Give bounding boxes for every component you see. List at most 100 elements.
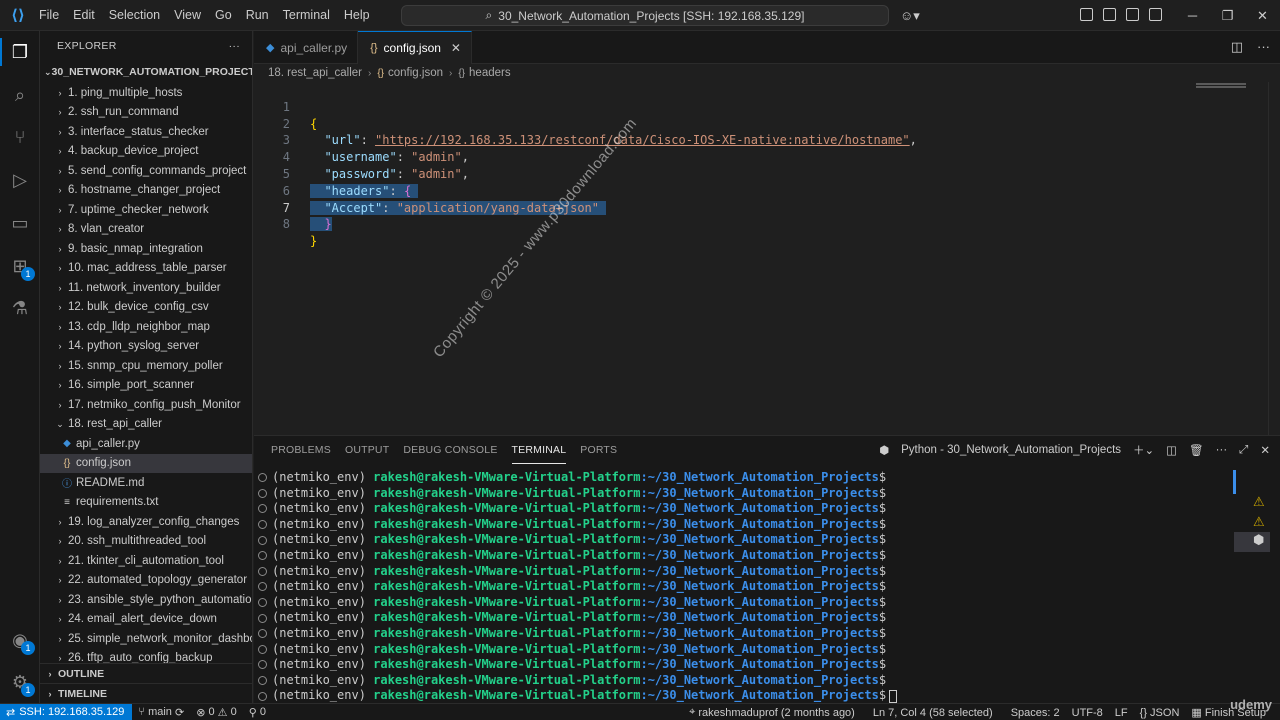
terminal-instance-icon[interactable]: ⬢ bbox=[1234, 532, 1270, 552]
menu-selection[interactable]: Selection bbox=[102, 0, 167, 31]
tree-folder[interactable]: › 25. simple_network_monitor_dashbo... bbox=[40, 629, 253, 649]
remote-indicator[interactable]: ⇄ SSH: 192.168.35.129 bbox=[0, 703, 133, 720]
toggle-panel-icon[interactable] bbox=[1126, 8, 1139, 21]
tree-folder[interactable]: › 21. tkinter_cli_automation_tool bbox=[40, 551, 252, 571]
trash-icon[interactable]: 🗑 bbox=[1189, 443, 1204, 457]
tree-folder[interactable]: › 7. uptime_checker_network bbox=[40, 200, 252, 220]
command-decoration-icon[interactable] bbox=[258, 644, 267, 654]
tree-file[interactable]: ≡ requirements.txt bbox=[40, 493, 252, 513]
menu-help[interactable]: Help bbox=[337, 0, 377, 31]
tree-folder[interactable]: › 5. send_config_commands_project bbox=[40, 161, 252, 181]
tab-terminal[interactable]: TERMINAL bbox=[511, 436, 567, 464]
tree-file[interactable]: ⓘ README.md bbox=[40, 473, 252, 493]
tree-folder[interactable]: › 3. interface_status_checker bbox=[40, 122, 252, 142]
code-editor[interactable]: 1 { 2 "url": "https://192.168.35.133/res… bbox=[254, 82, 1280, 435]
command-decoration-icon[interactable] bbox=[258, 473, 267, 483]
line-ending[interactable]: LF bbox=[1109, 707, 1134, 719]
command-decoration-icon[interactable] bbox=[258, 676, 267, 686]
tree-folder[interactable]: › 1. ping_multiple_hosts bbox=[40, 83, 252, 103]
breadcrumb-symbol[interactable]: headers bbox=[469, 67, 511, 79]
minimize-icon[interactable]: ─ bbox=[1175, 8, 1210, 23]
command-decoration-icon[interactable] bbox=[258, 551, 267, 561]
tree-folder[interactable]: › 17. netmiko_config_push_Monitor bbox=[40, 395, 252, 415]
timeline-section[interactable]: › TIMELINE bbox=[40, 683, 252, 703]
testing-flask-icon[interactable]: ⚗ bbox=[8, 296, 32, 320]
tab-ports[interactable]: PORTS bbox=[580, 436, 617, 464]
more-actions-icon[interactable]: ··· bbox=[229, 40, 240, 52]
toggle-primary-sidebar-icon[interactable] bbox=[1103, 8, 1116, 21]
close-panel-icon[interactable]: ✕ bbox=[1260, 443, 1270, 457]
close-tab-icon[interactable]: ✕ bbox=[451, 41, 461, 55]
command-decoration-icon[interactable] bbox=[258, 504, 267, 514]
command-decoration-icon[interactable] bbox=[258, 691, 267, 701]
problems-indicator[interactable]: ⊗ 0 ⚠ 0 bbox=[190, 706, 243, 719]
tree-folder[interactable]: › 2. ssh_run_command bbox=[40, 103, 252, 123]
remote-explorer-icon[interactable]: ▭ bbox=[8, 211, 32, 235]
tree-folder[interactable]: › 6. hostname_changer_project bbox=[40, 181, 252, 201]
terminal-name[interactable]: Python - 30_Network_Automation_Projects bbox=[901, 444, 1121, 456]
tree-folder[interactable]: › 9. basic_nmap_integration bbox=[40, 239, 252, 259]
tree-folder[interactable]: › 15. snmp_cpu_memory_poller bbox=[40, 356, 252, 376]
menu-file[interactable]: File bbox=[32, 0, 66, 31]
tree-folder[interactable]: › 13. cdp_lldp_neighbor_map bbox=[40, 317, 252, 337]
customize-layout-icon[interactable] bbox=[1080, 8, 1093, 21]
tree-folder[interactable]: › 16. simple_port_scanner bbox=[40, 376, 252, 396]
command-decoration-icon[interactable] bbox=[258, 582, 267, 592]
close-window-icon[interactable]: ✕ bbox=[1245, 8, 1280, 24]
maximize-panel-icon[interactable]: ⤢ bbox=[1239, 444, 1248, 457]
run-debug-icon[interactable]: ▷ bbox=[8, 168, 32, 192]
tab-config-json[interactable]: {} config.json ✕ bbox=[358, 31, 472, 64]
editor-scrollbar[interactable] bbox=[1268, 82, 1280, 435]
workspace-root[interactable]: ⌄ 30_NETWORK_AUTOMATION_PROJECTS [S... bbox=[40, 61, 252, 83]
tree-folder[interactable]: › 8. vlan_creator bbox=[40, 220, 252, 240]
tree-folder[interactable]: › 10. mac_address_table_parser bbox=[40, 259, 252, 279]
ports-indicator[interactable]: ⚲ 0 bbox=[243, 706, 272, 719]
indentation[interactable]: Spaces: 2 bbox=[1005, 707, 1066, 719]
explorer-files-icon[interactable]: ❐ bbox=[8, 40, 32, 64]
menu-go[interactable]: Go bbox=[208, 0, 239, 31]
tree-folder[interactable]: › 12. bulk_device_config_csv bbox=[40, 298, 252, 318]
breadcrumb-folder[interactable]: 18. rest_api_caller bbox=[268, 67, 362, 79]
menu-terminal[interactable]: Terminal bbox=[276, 0, 337, 31]
tree-folder[interactable]: › 23. ansible_style_python_automation bbox=[40, 590, 253, 610]
command-decoration-icon[interactable] bbox=[258, 535, 267, 545]
tree-file[interactable]: ◆ api_caller.py bbox=[40, 434, 252, 454]
encoding[interactable]: UTF-8 bbox=[1066, 707, 1109, 719]
outline-section[interactable]: › OUTLINE bbox=[40, 663, 252, 683]
tab-output[interactable]: OUTPUT bbox=[345, 436, 389, 464]
tree-folder[interactable]: › 24. email_alert_device_down bbox=[40, 610, 252, 630]
menu-edit[interactable]: Edit bbox=[66, 0, 102, 31]
command-decoration-icon[interactable] bbox=[258, 566, 267, 576]
menu-run[interactable]: Run bbox=[239, 0, 276, 31]
tree-folder[interactable]: › 11. network_inventory_builder bbox=[40, 278, 252, 298]
restore-icon[interactable]: ❐ bbox=[1210, 8, 1245, 24]
command-decoration-icon[interactable] bbox=[258, 613, 267, 623]
split-editor-icon[interactable]: ◫ bbox=[1231, 39, 1243, 55]
source-control-icon[interactable]: ⑂ bbox=[8, 125, 32, 149]
new-terminal-icon[interactable]: ＋⌄ bbox=[1133, 442, 1154, 458]
copilot-icon[interactable]: ☺▾ bbox=[900, 8, 920, 24]
command-decoration-icon[interactable] bbox=[258, 660, 267, 670]
warning-icon[interactable]: ⚠ bbox=[1253, 514, 1265, 530]
terminal-scrollbar[interactable] bbox=[1233, 470, 1236, 494]
command-center[interactable]: ⌕ 30_Network_Automation_Projects [SSH: 1… bbox=[401, 5, 889, 26]
breadcrumb-file[interactable]: config.json bbox=[388, 67, 443, 79]
tab-debug-console[interactable]: DEBUG CONSOLE bbox=[403, 436, 497, 464]
command-decoration-icon[interactable] bbox=[258, 520, 267, 530]
tree-folder[interactable]: › 14. python_syslog_server bbox=[40, 337, 252, 357]
tree-folder[interactable]: ⌄ 18. rest_api_caller bbox=[40, 415, 252, 435]
tree-file[interactable]: {} config.json bbox=[40, 453, 252, 473]
search-activity-icon[interactable]: ⌕ bbox=[8, 83, 32, 107]
tree-folder[interactable]: › 4. backup_device_project bbox=[40, 142, 252, 162]
minimap[interactable] bbox=[1196, 82, 1266, 94]
git-blame[interactable]: ⌖ rakeshmaduprof (2 months ago) bbox=[683, 706, 861, 719]
command-decoration-icon[interactable] bbox=[258, 488, 267, 498]
tree-folder[interactable]: › 20. ssh_multithreaded_tool bbox=[40, 532, 252, 552]
warning-icon[interactable]: ⚠ bbox=[1253, 494, 1265, 510]
tree-folder[interactable]: › 19. log_analyzer_config_changes bbox=[40, 512, 252, 532]
cursor-position[interactable]: Ln 7, Col 4 (58 selected) bbox=[867, 707, 999, 719]
toggle-secondary-sidebar-icon[interactable] bbox=[1149, 8, 1162, 21]
terminal-output[interactable]: (netmiko_env) rakesh@rakesh-VMware-Virtu… bbox=[258, 470, 898, 704]
menu-view[interactable]: View bbox=[167, 0, 208, 31]
branch-indicator[interactable]: ⑂ main ⟳ bbox=[132, 706, 190, 719]
